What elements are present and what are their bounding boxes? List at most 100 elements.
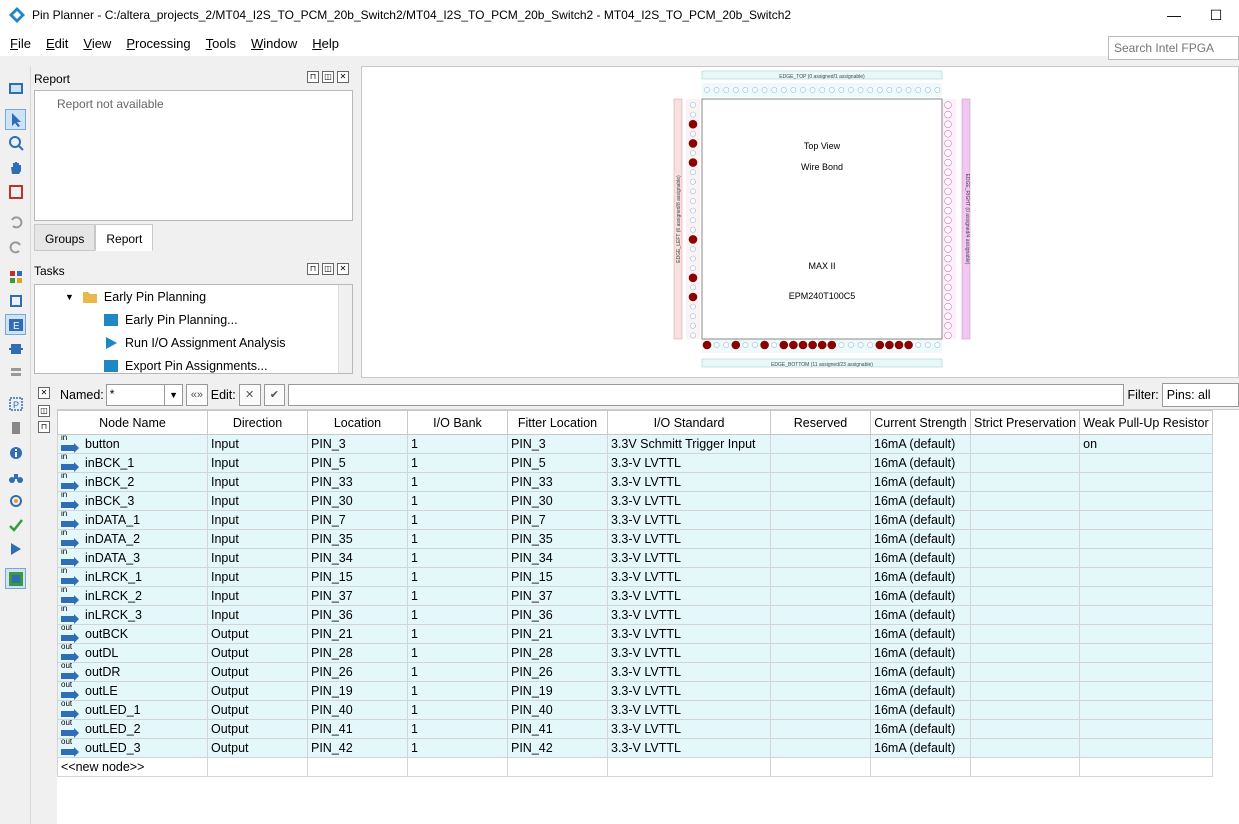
bottom-pin[interactable] <box>838 342 845 348</box>
empty-cell[interactable] <box>607 757 771 777</box>
right-pin[interactable] <box>944 274 952 282</box>
right-pin[interactable] <box>944 322 952 330</box>
standard-cell[interactable]: 3.3-V LVTTL <box>607 491 771 511</box>
bottom-pin[interactable] <box>798 340 808 350</box>
top-pin[interactable] <box>896 87 902 93</box>
left-pin[interactable] <box>690 332 696 339</box>
cancel-edit-icon[interactable]: ✕ <box>238 384 261 406</box>
right-pin[interactable] <box>944 312 952 320</box>
top-pin[interactable] <box>915 87 922 93</box>
float-panel-icon[interactable]: ◫ <box>38 405 50 417</box>
table-row[interactable]: in button Input PIN_3 1 PIN_3 3.3V Schmitt Tri… <box>57 434 1213 454</box>
table-row[interactable]: out outLED_3 Output PIN_42 1 PIN_42 3.3-V LVTT… <box>57 738 1213 758</box>
right-pin[interactable] <box>944 235 952 244</box>
direction-cell[interactable]: Input <box>207 567 308 587</box>
reserved-cell[interactable] <box>770 567 871 587</box>
direction-cell[interactable]: Input <box>207 605 308 625</box>
top-pin[interactable] <box>819 87 826 93</box>
right-pin[interactable] <box>944 206 952 215</box>
strength-cell[interactable]: 16mA (default) <box>870 491 971 511</box>
fitter-cell[interactable]: PIN_42 <box>507 738 608 758</box>
fitter-cell[interactable]: PIN_41 <box>507 719 608 739</box>
bottom-pin[interactable] <box>867 342 874 348</box>
left-pin[interactable] <box>688 292 698 302</box>
top-pin[interactable] <box>723 87 730 93</box>
strength-cell[interactable]: 16mA (default) <box>870 510 971 530</box>
named-assistant-icon[interactable]: «» <box>185 384 208 406</box>
collapse-arrow-icon[interactable]: ▼ <box>65 292 74 302</box>
location-cell[interactable]: PIN_33 <box>307 472 408 492</box>
node-name-cell[interactable]: in inDATA_1 <box>57 510 208 530</box>
left-pin[interactable] <box>690 284 696 291</box>
search-input[interactable] <box>1108 36 1239 60</box>
pullup-cell[interactable] <box>1079 472 1213 492</box>
device-icon[interactable] <box>5 417 26 438</box>
reserved-cell[interactable] <box>770 605 871 625</box>
left-pin[interactable] <box>690 303 696 310</box>
pullup-cell[interactable] <box>1079 719 1213 739</box>
standard-cell[interactable]: 3.3-V LVTTL <box>607 510 771 530</box>
column-header[interactable]: Current Strength <box>870 410 971 435</box>
bottom-pin[interactable] <box>915 342 922 348</box>
left-pin[interactable] <box>690 313 696 320</box>
strict-cell[interactable] <box>969 548 1081 568</box>
node-name-cell[interactable]: in inBCK_3 <box>57 491 208 511</box>
direction-cell[interactable]: Output <box>207 738 308 758</box>
table-row[interactable]: in inBCK_2 Input PIN_33 1 PIN_33 3.3-V LVTTL 16… <box>57 472 1213 492</box>
task-export-pin-assignments[interactable]: Export Pin Assignments... <box>103 359 267 373</box>
bank-cell[interactable]: 1 <box>407 624 508 644</box>
top-pin[interactable] <box>838 87 845 93</box>
bank-cell[interactable]: 1 <box>407 567 508 587</box>
column-header[interactable]: Direction <box>207 410 308 435</box>
right-pin[interactable] <box>944 226 952 234</box>
float-panel-icon[interactable]: ◫ <box>322 71 334 83</box>
fitter-cell[interactable]: PIN_15 <box>507 567 608 587</box>
standard-cell[interactable]: 3.3-V LVTTL <box>607 643 771 663</box>
menu-window[interactable]: Window <box>246 36 302 51</box>
strict-cell[interactable] <box>969 472 1081 492</box>
left-pin[interactable] <box>690 226 696 233</box>
menu-tools[interactable]: Tools <box>201 36 241 51</box>
standard-cell[interactable]: 3.3-V LVTTL <box>607 472 771 492</box>
bank-cell[interactable]: 1 <box>407 586 508 606</box>
bank-cell[interactable]: 1 <box>407 434 508 454</box>
empty-cell[interactable] <box>507 757 608 777</box>
top-pin[interactable] <box>742 87 749 93</box>
bank-cell[interactable]: 1 <box>407 643 508 663</box>
node-name-cell[interactable]: out outLED_1 <box>57 700 208 720</box>
reserved-cell[interactable] <box>770 719 871 739</box>
top-pin[interactable] <box>857 87 864 93</box>
select-pointer-icon[interactable] <box>5 109 26 130</box>
node-name-cell[interactable]: out outDL <box>57 643 208 663</box>
strength-cell[interactable]: 16mA (default) <box>870 586 971 606</box>
location-cell[interactable]: PIN_42 <box>307 738 408 758</box>
table-row[interactable]: out outLED_2 Output PIN_41 1 PIN_41 3.3-V LVTT… <box>57 719 1213 739</box>
direction-cell[interactable]: Input <box>207 453 308 473</box>
refresh-icon[interactable] <box>5 490 26 511</box>
bank-cell[interactable]: 1 <box>407 662 508 682</box>
column-header[interactable]: Node Name <box>57 410 208 435</box>
standard-cell[interactable]: 3.3-V LVTTL <box>607 662 771 682</box>
direction-cell[interactable]: Output <box>207 681 308 701</box>
package-icon[interactable] <box>5 338 26 359</box>
reserved-cell[interactable] <box>770 529 871 549</box>
bottom-pin[interactable] <box>771 342 778 348</box>
right-pin[interactable] <box>944 293 952 301</box>
menu-help[interactable]: Help <box>307 36 344 51</box>
top-pin[interactable] <box>867 87 874 93</box>
direction-cell[interactable]: Output <box>207 700 308 720</box>
edit-field[interactable] <box>288 384 1124 406</box>
top-pin[interactable] <box>876 87 883 93</box>
close-panel-icon[interactable]: ✕ <box>337 71 349 83</box>
strict-cell[interactable] <box>969 605 1081 625</box>
bank-cell[interactable]: 1 <box>407 681 508 701</box>
table-row[interactable]: in inDATA_3 Input PIN_34 1 PIN_34 3.3-V LVTTL 1… <box>57 548 1213 568</box>
strict-cell[interactable] <box>969 624 1081 644</box>
bottom-pin[interactable] <box>934 342 941 348</box>
left-pin[interactable] <box>688 158 698 167</box>
top-pin[interactable] <box>905 87 912 93</box>
location-cell[interactable]: PIN_3 <box>307 434 408 454</box>
standard-cell[interactable]: 3.3-V LVTTL <box>607 700 771 720</box>
node-name-cell[interactable]: in inLRCK_2 <box>57 586 208 606</box>
location-cell[interactable]: PIN_40 <box>307 700 408 720</box>
